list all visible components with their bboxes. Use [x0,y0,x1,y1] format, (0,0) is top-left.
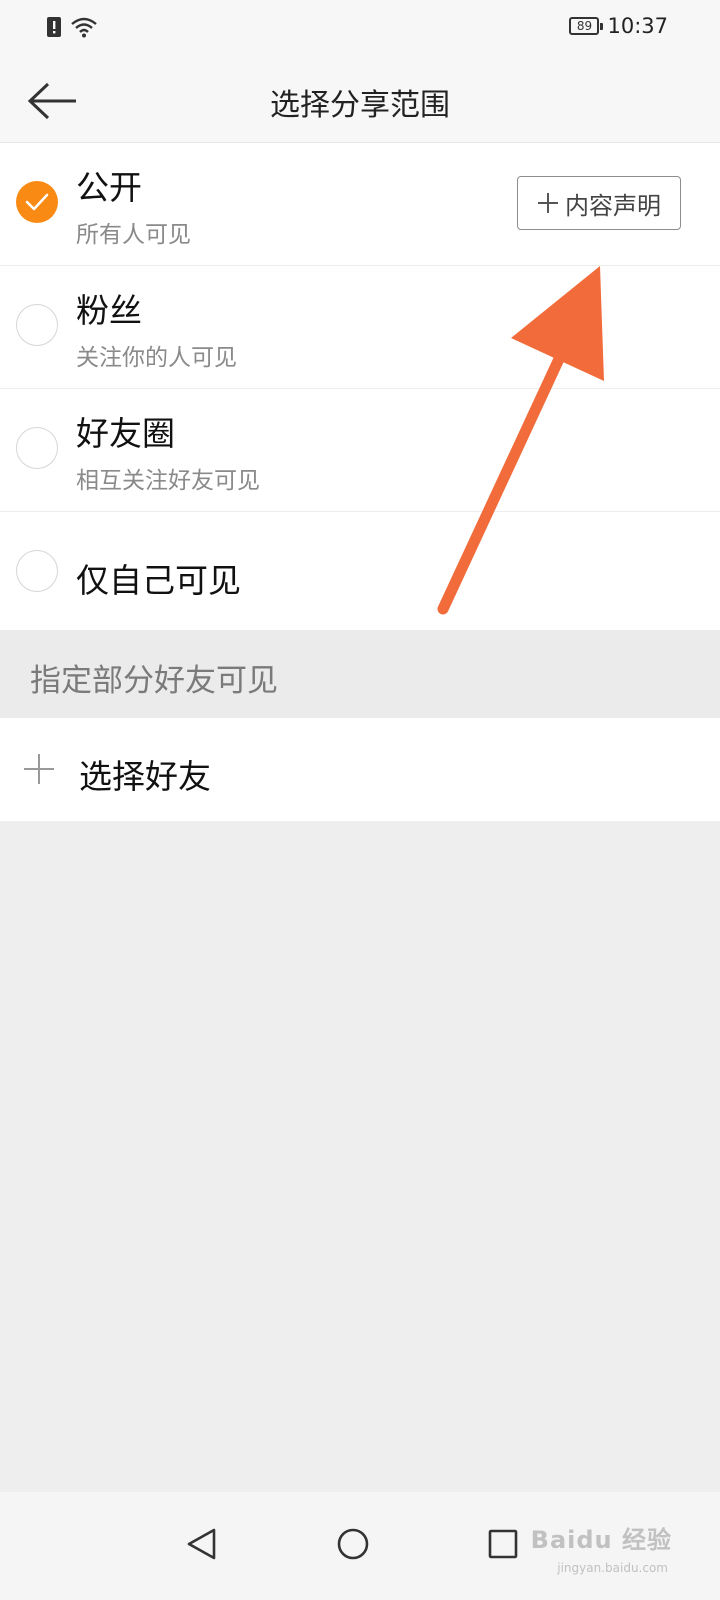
option-title: 仅自己可见 [76,561,241,600]
option-fans[interactable]: 粉丝 关注你的人可见 [0,266,720,389]
battery-indicator: 89 [569,17,604,35]
triangle-back-icon [187,1528,216,1560]
status-bar: 89 10:37 [0,0,720,60]
choose-friends-label: 选择好友 [79,757,211,796]
radio-checked[interactable] [16,181,58,223]
wifi-icon [70,16,98,42]
plus-icon [22,752,56,790]
option-friends-circle[interactable]: 好友圈 相互关注好友可见 [0,389,720,512]
nav-home-button[interactable] [323,1514,383,1574]
nav-recents-button[interactable] [473,1514,533,1574]
watermark-logo: Baidu 经验 [530,1526,672,1554]
clock: 10:37 [607,14,668,38]
option-title: 好友圈 [76,414,175,453]
content-declaration-button[interactable]: 内容声明 [517,176,681,230]
app-header: 选择分享范围 [0,60,720,143]
radio-unchecked[interactable] [16,427,58,469]
option-subtitle: 所有人可见 [76,222,191,248]
radio-unchecked[interactable] [16,304,58,346]
option-title: 公开 [76,168,142,207]
alert-icon [46,16,62,42]
option-subtitle: 相互关注好友可见 [76,468,260,494]
content-declaration-label: 内容声明 [565,191,661,220]
option-only-me[interactable]: 仅自己可见 [0,512,720,634]
status-icons-right: 89 10:37 [569,14,668,38]
section-title: 指定部分好友可见 [30,663,278,699]
screen: 89 10:37 选择分享范围 公开 所有人可见 内容声明 粉丝 关注你的人可见… [0,0,720,1600]
section-header: 指定部分好友可见 [0,630,720,718]
radio-unchecked[interactable] [16,550,58,592]
circle-home-icon [337,1528,369,1560]
option-title: 粉丝 [76,291,142,330]
watermark-url: jingyan.baidu.com [557,1561,668,1575]
visibility-options: 公开 所有人可见 内容声明 粉丝 关注你的人可见 好友圈 相互关注好友可见 仅自… [0,143,720,634]
check-icon [25,193,49,211]
option-subtitle: 关注你的人可见 [76,345,237,371]
plus-icon [538,193,558,213]
nav-back-button[interactable] [172,1514,232,1574]
status-icons-left [46,16,98,42]
choose-friends-row[interactable]: 选择好友 [0,718,720,821]
option-public[interactable]: 公开 所有人可见 内容声明 [0,143,720,266]
page-title: 选择分享范围 [270,88,450,123]
square-recents-icon [488,1529,518,1559]
